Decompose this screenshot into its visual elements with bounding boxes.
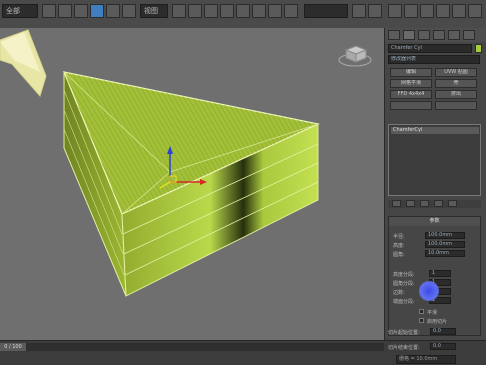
fillet-segs-label: 圆角分段: [393,281,415,287]
stack-tools [388,200,481,208]
fillet-spinner[interactable]: 10.0mm [425,250,465,257]
app-window: 全部 视图 Chamfer Cyl 修改器列表 编辑 UVW 贴图 网格平滑 壳… [0,0,486,365]
selection-filter-dropdown[interactable]: 全部 [2,4,38,18]
smooth-label: 平滑 [427,310,438,316]
select-by-name-icon[interactable] [58,4,72,18]
modifier-list-dropdown[interactable]: 修改器列表 [388,55,480,64]
perspective-viewport[interactable] [0,28,384,340]
slice-to-label: 切片结束位置: [388,345,420,351]
slice-from-spinner[interactable]: 0.0 [430,328,456,335]
curve-editor-icon[interactable] [368,4,382,18]
height-segs-label: 高度分段: [393,272,415,278]
slice-from-label: 切片起始位置: [388,330,420,336]
modifier-button-8[interactable] [435,101,477,110]
radius-label: 半径: [393,234,405,240]
parameters-rollout-title[interactable]: 参数 [389,217,480,226]
sides-label: 边数: [393,290,405,296]
material-editor-icon[interactable] [388,4,402,18]
align-icon[interactable] [284,4,298,18]
create-tab-icon[interactable] [388,30,400,40]
object-color-swatch[interactable] [475,44,482,53]
parameters-rollout: 参数 半径: 100.0mm 高度: 100.0mm 圆角: 10.0mm 高度… [388,216,481,336]
slice-on-label: 启用切片 [427,319,448,325]
modifier-button-2[interactable]: UVW 贴图 [435,68,477,77]
rotate-icon[interactable] [106,4,120,18]
pivot-icon[interactable] [172,4,186,18]
hierarchy-tab-icon[interactable] [418,30,430,40]
stack-item[interactable]: ChamferCyl [391,127,479,134]
modifier-button-3[interactable]: 网格平滑 [390,79,432,88]
select-object-icon[interactable] [42,4,56,18]
remove-modifier-icon[interactable] [434,200,443,207]
height-label: 高度: [393,243,405,249]
object-name-field[interactable]: Chamfer Cyl [388,44,472,53]
cursor-highlight-icon [419,281,439,301]
rect-selection-icon[interactable] [74,4,88,18]
show-end-result-icon[interactable] [406,200,415,207]
render-frame-icon[interactable] [420,4,434,18]
fillet-label: 圆角: [393,252,405,258]
command-panel: Chamfer Cyl 修改器列表 编辑 UVW 贴图 网格平滑 壳 FFD 4… [384,28,486,340]
utilities-tab-icon[interactable] [463,30,475,40]
modifier-button-7[interactable] [390,101,432,110]
grid-status: 栅格 = 10.0mm [396,355,456,364]
modifier-button-5[interactable]: FFD 4x4x4 [390,90,432,99]
bottom-bar: 0 / 100 切片结束位置: 0.0 栅格 = 10.0mm [0,340,486,365]
modifier-button-4[interactable]: 壳 [435,79,477,88]
display-tab-icon[interactable] [448,30,460,40]
smooth-checkbox[interactable] [419,309,424,314]
percent-snap-icon[interactable] [236,4,250,18]
pin-stack-icon[interactable] [392,200,401,207]
slice-on-checkbox[interactable] [419,318,424,323]
angle-snap-icon[interactable] [220,4,234,18]
scale-icon[interactable] [122,4,136,18]
link-icon[interactable] [188,4,202,18]
radius-spinner[interactable]: 100.0mm [425,232,465,239]
modifier-stack[interactable]: ChamferCyl [388,124,481,196]
motion-tab-icon[interactable] [433,30,445,40]
modifier-button-6[interactable]: 挤出 [435,90,477,99]
main-toolbar: 全部 视图 [0,0,486,29]
height-segs-spinner[interactable]: 1 [429,270,451,277]
time-slider-thumb[interactable]: 0 / 100 [0,343,26,351]
render-setup-icon[interactable] [404,4,418,18]
modifier-button-1[interactable]: 编辑 [390,68,432,77]
layer-icon[interactable] [352,4,366,18]
move-icon[interactable] [90,4,104,18]
quick-render-icon[interactable] [452,4,466,18]
render-icon[interactable] [436,4,450,18]
slice-to-spinner[interactable]: 0.0 [430,343,456,350]
mirror-icon[interactable] [268,4,282,18]
teapot-icon[interactable] [468,4,482,18]
make-unique-icon[interactable] [420,200,429,207]
snap-icon[interactable] [204,4,218,18]
reference-coord-dropdown[interactable]: 视图 [140,4,168,18]
panel-tabs [385,28,486,42]
named-selection-dropdown[interactable] [304,4,348,18]
height-spinner[interactable]: 100.0mm [425,241,465,248]
modify-tab-icon[interactable] [403,30,415,40]
viewport-scene [0,28,384,340]
time-slider[interactable]: 0 / 100 [0,343,384,351]
cap-segs-label: 端面分段: [393,299,415,305]
configure-sets-icon[interactable] [448,200,457,207]
spinner-snap-icon[interactable] [252,4,266,18]
